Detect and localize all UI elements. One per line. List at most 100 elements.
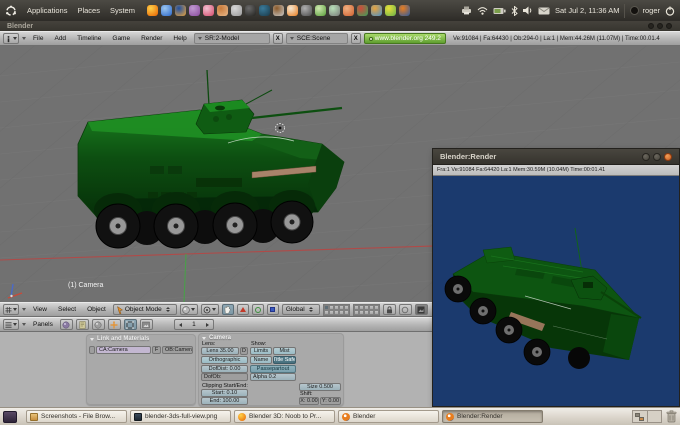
- mist-toggle[interactable]: Mist: [273, 347, 296, 355]
- apc-model[interactable]: [78, 70, 344, 248]
- dof-distance-slider[interactable]: DofDist: 0.00: [201, 365, 248, 373]
- dof-object-field[interactable]: DofOb:: [201, 373, 248, 381]
- frame-number-stepper[interactable]: 1: [174, 319, 214, 330]
- app-icon[interactable]: [385, 5, 396, 16]
- context-shading-button[interactable]: [92, 319, 105, 330]
- clip-end-slider[interactable]: End: 100.00: [201, 397, 248, 405]
- render-preview-button[interactable]: [415, 304, 428, 315]
- app-icon[interactable]: [161, 5, 172, 16]
- render-window-titlebar[interactable]: Blender:Render: [433, 149, 679, 165]
- clip-start-slider[interactable]: Start: 0.10: [201, 389, 248, 397]
- size-slider[interactable]: Size 0.500: [299, 383, 341, 391]
- app-icon[interactable]: [273, 5, 284, 16]
- bluetooth-icon[interactable]: [511, 6, 518, 16]
- menu-view[interactable]: View: [29, 306, 51, 313]
- object-name-field[interactable]: OB:Camera: [162, 346, 193, 354]
- trash-icon[interactable]: [666, 410, 677, 423]
- minimize-button[interactable]: [648, 23, 654, 29]
- close-button[interactable]: [666, 23, 672, 29]
- header-collapse-icon[interactable]: [22, 37, 26, 40]
- manipulator-scale-button[interactable]: [267, 304, 279, 315]
- wifi-icon[interactable]: [477, 6, 488, 15]
- menu-places[interactable]: Places: [72, 0, 105, 21]
- show-desktop-button[interactable]: [3, 411, 17, 423]
- screen-close-button[interactable]: X: [273, 33, 283, 44]
- menu-timeline[interactable]: Timeline: [73, 35, 105, 42]
- minimize-button[interactable]: [642, 153, 650, 161]
- header-collapse-icon[interactable]: [22, 323, 26, 326]
- name-toggle[interactable]: Name: [250, 356, 272, 364]
- printer-icon[interactable]: [461, 6, 472, 15]
- decrement-icon[interactable]: [179, 323, 182, 327]
- pivot-dropdown[interactable]: [201, 304, 219, 315]
- header-collapse-icon[interactable]: [22, 308, 26, 311]
- context-scene-button[interactable]: [140, 319, 153, 330]
- task-browser[interactable]: Blender 3D: Noob to Pr...: [234, 410, 335, 423]
- app-icon[interactable]: [175, 5, 186, 16]
- menu-render[interactable]: Render: [137, 35, 166, 42]
- lens-slider[interactable]: Lens 35.00: [201, 347, 239, 355]
- battery-icon[interactable]: [493, 7, 506, 15]
- app-icon[interactable]: [301, 5, 312, 16]
- context-logic-button[interactable]: [60, 319, 73, 330]
- app-icon[interactable]: [287, 5, 298, 16]
- render-window[interactable]: Blender:Render Fra:1 Ve:91084 Fa:64420 L…: [432, 148, 680, 407]
- menu-game[interactable]: Game: [108, 35, 134, 42]
- menu-object[interactable]: Object: [83, 306, 110, 313]
- maximize-button[interactable]: [653, 153, 661, 161]
- render-result-canvas[interactable]: [433, 176, 679, 406]
- app-icon[interactable]: [147, 5, 158, 16]
- close-button[interactable]: [664, 153, 672, 161]
- orientation-dropdown[interactable]: Global: [282, 304, 320, 315]
- panel-header[interactable]: Link and Materials: [86, 334, 196, 344]
- menu-select[interactable]: Select: [54, 306, 80, 313]
- ubuntu-logo-icon[interactable]: [0, 0, 22, 21]
- app-icon[interactable]: [399, 5, 410, 16]
- menu-system[interactable]: System: [105, 0, 140, 21]
- layer-cell[interactable]: [374, 310, 379, 315]
- id-browse-toggle[interactable]: [89, 346, 95, 354]
- menu-add[interactable]: Add: [50, 35, 70, 42]
- app-icon[interactable]: [315, 5, 326, 16]
- blender-window-titlebar[interactable]: Blender: [0, 21, 680, 31]
- app-icon[interactable]: [357, 5, 368, 16]
- menu-file[interactable]: File: [29, 35, 47, 42]
- menu-panels[interactable]: Panels: [29, 321, 57, 328]
- app-icon[interactable]: [329, 5, 340, 16]
- layer-cell[interactable]: [344, 310, 349, 315]
- context-editing-button[interactable]: [124, 319, 137, 330]
- maximize-button[interactable]: [657, 23, 663, 29]
- task-blender-render[interactable]: Blender:Render: [442, 410, 543, 423]
- app-icon[interactable]: [343, 5, 354, 16]
- orthographic-toggle[interactable]: Orthographic: [201, 356, 248, 364]
- depth-toggle[interactable]: D: [240, 347, 248, 355]
- app-icon[interactable]: [189, 5, 200, 16]
- scene-close-button[interactable]: X: [351, 33, 361, 44]
- panel-header[interactable]: Camera: [198, 333, 344, 343]
- editor-type-button[interactable]: [3, 319, 19, 330]
- app-icon[interactable]: [245, 5, 256, 16]
- manipulator-rotate-button[interactable]: [252, 304, 264, 315]
- user-menu[interactable]: roger: [630, 6, 660, 15]
- proportional-edit-button[interactable]: [399, 304, 412, 315]
- workspace-2[interactable]: [648, 411, 662, 422]
- lock-button[interactable]: [383, 304, 396, 315]
- alpha-slider[interactable]: Alpha 0.2: [250, 373, 296, 381]
- app-icon[interactable]: [217, 5, 228, 16]
- screen-selector[interactable]: SR:2-Model: [194, 33, 270, 44]
- manipulator-translate-button[interactable]: [237, 304, 249, 315]
- mode-dropdown[interactable]: Object Mode: [113, 304, 177, 315]
- menu-help[interactable]: Help: [169, 35, 190, 42]
- increment-icon[interactable]: [206, 323, 209, 327]
- shift-x-field[interactable]: X: 0.00: [299, 397, 319, 405]
- editor-type-button[interactable]: [3, 304, 19, 315]
- fake-user-button[interactable]: F: [152, 346, 161, 354]
- app-icon[interactable]: [203, 5, 214, 16]
- workspace-switcher[interactable]: [632, 410, 662, 423]
- scene-selector[interactable]: SCE:Scene: [286, 33, 348, 44]
- limits-toggle[interactable]: Limits: [250, 347, 272, 355]
- workspace-1[interactable]: [633, 411, 648, 422]
- blender-version-button[interactable]: www.blender.org 249.2: [364, 33, 446, 44]
- context-script-button[interactable]: [76, 319, 89, 330]
- manipulator-hand-button[interactable]: [222, 304, 234, 315]
